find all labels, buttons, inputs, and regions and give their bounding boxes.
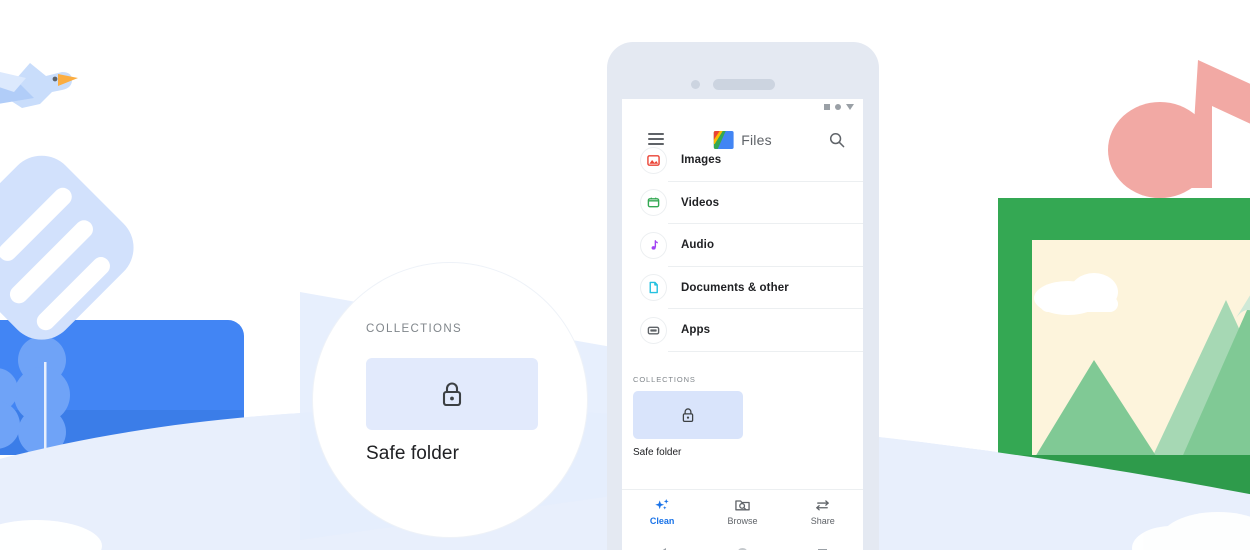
list-item-images[interactable]: Images (622, 139, 863, 182)
nav-item-share[interactable]: Share (783, 490, 863, 534)
magnified-collections-label: COLLECTIONS (366, 323, 463, 335)
list-item-label: Apps (681, 324, 711, 337)
list-item-label: Images (681, 154, 722, 167)
list-item-apps[interactable]: Apps (622, 309, 863, 352)
music-note-decor (1108, 60, 1250, 198)
bottom-navigation: Clean Browse Share (622, 489, 863, 534)
nav-item-browse[interactable]: Browse (702, 490, 782, 534)
phone-screen: Files Images Videos Audio Documents & ot… (622, 99, 863, 550)
collections-section-label: COLLECTIONS (633, 375, 696, 384)
nav-item-label: Clean (649, 516, 675, 526)
list-item-label: Documents & other (681, 281, 789, 294)
earpiece-speaker (713, 79, 775, 90)
folder-search-icon (735, 500, 750, 511)
magnified-safe-folder-title: Safe folder (366, 443, 459, 464)
audio-note-icon (640, 231, 667, 259)
nav-item-label: Browse (727, 516, 758, 526)
magnified-callout-content: COLLECTIONS Safe folder (313, 263, 587, 537)
safe-folder-title: Safe folder (633, 447, 682, 458)
list-item-label: Audio (681, 239, 715, 252)
list-divider (668, 350, 863, 352)
nav-item-label: Share (810, 516, 835, 526)
illustration-stage: COLLECTIONS Safe folder Files Images Vid… (0, 0, 1250, 550)
magnified-callout-circle: COLLECTIONS Safe folder (313, 263, 587, 537)
front-camera-icon (691, 80, 700, 89)
share-arrows-icon (816, 500, 830, 511)
file-category-list: Images Videos Audio Documents & other Ap… (622, 146, 863, 352)
circle-icon (835, 104, 841, 110)
image-icon (640, 146, 667, 174)
square-icon (824, 104, 830, 110)
document-icon (640, 274, 667, 302)
nav-item-clean[interactable]: Clean (622, 490, 702, 534)
list-item-audio[interactable]: Audio (622, 224, 863, 267)
lock-icon (682, 408, 694, 422)
apps-box-icon (640, 316, 667, 344)
list-item-documents[interactable]: Documents & other (622, 267, 863, 309)
status-bar (622, 99, 863, 119)
magnified-safe-folder-card[interactable] (366, 358, 538, 430)
status-bar-icons (824, 104, 854, 110)
video-icon (640, 189, 667, 217)
android-navigation-bar (622, 540, 863, 550)
lock-icon (442, 382, 462, 407)
triangle-down-icon (846, 104, 854, 110)
sparkles-icon (654, 498, 669, 510)
bird-decor (0, 63, 78, 108)
list-item-label: Videos (681, 196, 720, 209)
phone-mockup: Files Images Videos Audio Documents & ot… (607, 42, 879, 550)
safe-folder-card[interactable] (633, 391, 743, 439)
photo-frame-decor (998, 198, 1250, 500)
list-item-videos[interactable]: Videos (622, 182, 863, 224)
